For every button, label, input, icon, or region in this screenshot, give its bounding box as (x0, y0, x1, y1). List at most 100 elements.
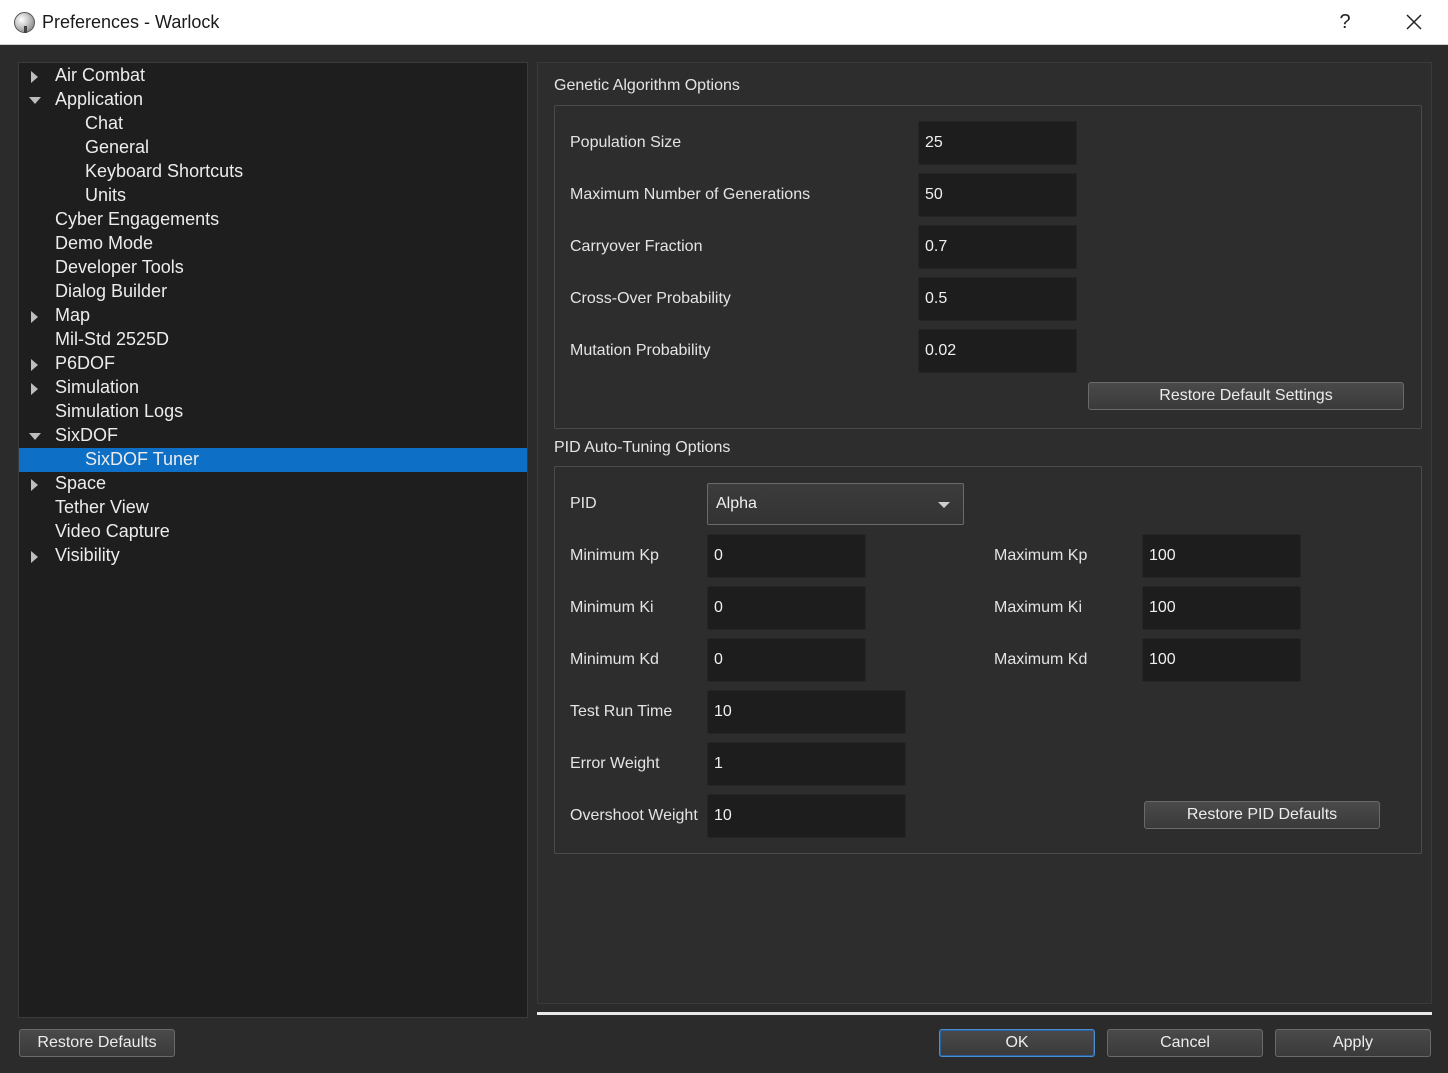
max-kd-input[interactable] (1142, 638, 1301, 682)
tree-item-label: Space (55, 473, 107, 493)
tree-item[interactable]: Space (19, 472, 527, 496)
expand-arrow-icon[interactable] (31, 551, 38, 563)
genetic-field-label: Population Size (570, 134, 682, 151)
max-kd-label: Maximum Kd (994, 651, 1088, 668)
tree-item-label: Simulation Logs (55, 401, 184, 421)
genetic-section-title: Genetic Algorithm Options (554, 77, 740, 94)
tree-item-label: Visibility (55, 545, 120, 565)
tree-item-label: Tether View (55, 497, 149, 517)
tree-item-label: Cyber Engagements (55, 209, 220, 229)
tree-item[interactable]: Application (19, 88, 527, 112)
collapse-arrow-icon[interactable] (29, 97, 41, 104)
ok-button[interactable]: OK (939, 1029, 1095, 1057)
settings-panel: Genetic Algorithm Options Population Siz… (537, 62, 1432, 1004)
tree-item-label: Simulation (55, 377, 140, 397)
tree-item-label: Units (85, 185, 127, 205)
test-run-time-label: Test Run Time (570, 703, 673, 720)
min-ki-input[interactable] (707, 586, 866, 630)
min-ki-label: Minimum Ki (570, 599, 654, 616)
restore-pid-defaults-button[interactable]: Restore PID Defaults (1144, 801, 1380, 829)
test-run-time-input[interactable] (707, 690, 906, 734)
tree-item-label: Video Capture (55, 521, 170, 541)
genetic-field-label: Carryover Fraction (570, 238, 703, 255)
tree-item[interactable]: General (19, 136, 527, 160)
tree-item[interactable]: Cyber Engagements (19, 208, 527, 232)
tree-item[interactable]: Visibility (19, 544, 527, 568)
overshoot-weight-input[interactable] (707, 794, 906, 838)
chevron-down-icon (938, 502, 950, 508)
min-kd-input[interactable] (707, 638, 866, 682)
overshoot-weight-label: Overshoot Weight (570, 807, 698, 824)
max-ki-input[interactable] (1142, 586, 1301, 630)
window-title: Preferences - Warlock (42, 12, 220, 32)
pid-group-box: PID Alpha Minimum Kp Maximum Kp Minimum … (554, 466, 1422, 854)
close-icon (1406, 14, 1422, 30)
expand-arrow-icon[interactable] (31, 479, 38, 491)
tree-item[interactable]: Tether View (19, 496, 527, 520)
tree-item-label: P6DOF (55, 353, 116, 373)
genetic-field-label: Maximum Number of Generations (570, 186, 811, 203)
tree-item-label: SixDOF Tuner (85, 449, 200, 469)
tree-item-label: Mil-Std 2525D (55, 329, 170, 349)
tree-item[interactable]: Map (19, 304, 527, 328)
genetic-field-input[interactable] (918, 277, 1077, 321)
error-weight-input[interactable] (707, 742, 906, 786)
expand-arrow-icon[interactable] (31, 71, 38, 83)
restore-defaults-button[interactable]: Restore Defaults (19, 1029, 175, 1057)
genetic-field-input[interactable] (918, 225, 1077, 269)
title-bar: Preferences - Warlock ? (0, 0, 1448, 45)
min-kd-label: Minimum Kd (570, 651, 659, 668)
tree-item-label: SixDOF (55, 425, 118, 445)
tree-item[interactable]: SixDOF (19, 424, 527, 448)
tree-item[interactable]: Simulation Logs (19, 400, 527, 424)
max-kp-label: Maximum Kp (994, 547, 1088, 564)
tree-item-label: Map (55, 305, 91, 325)
tree-item[interactable]: Dialog Builder (19, 280, 527, 304)
tree-item[interactable]: Simulation (19, 376, 527, 400)
tree-item[interactable]: P6DOF (19, 352, 527, 376)
tree-item[interactable]: SixDOF Tuner (19, 448, 527, 472)
tree-item[interactable]: Keyboard Shortcuts (19, 160, 527, 184)
tree-item[interactable]: Developer Tools (19, 256, 527, 280)
tree-item-label: Keyboard Shortcuts (85, 161, 244, 181)
tree-item-label: Demo Mode (55, 233, 154, 253)
preferences-tree[interactable]: Air Combat Application Chat General Keyboard… (18, 62, 528, 1018)
pid-label: PID (570, 495, 597, 512)
apply-button[interactable]: Apply (1275, 1029, 1431, 1057)
pid-select-value: Alpha (716, 495, 757, 512)
pid-section-title: PID Auto-Tuning Options (554, 439, 731, 456)
tree-item[interactable]: Chat (19, 112, 527, 136)
collapse-arrow-icon[interactable] (29, 433, 41, 440)
min-kp-label: Minimum Kp (570, 547, 659, 564)
min-kp-input[interactable] (707, 534, 866, 578)
genetic-group-box: Population Size Maximum Number of Generat… (554, 105, 1422, 429)
tree-item-label: Application (55, 89, 144, 109)
max-kp-input[interactable] (1142, 534, 1301, 578)
restore-default-settings-button[interactable]: Restore Default Settings (1088, 382, 1404, 410)
expand-arrow-icon[interactable] (31, 359, 38, 371)
help-button[interactable]: ? (1330, 6, 1360, 38)
tree-item[interactable]: Air Combat (19, 64, 527, 88)
genetic-field-input[interactable] (918, 173, 1077, 217)
tree-item[interactable]: Video Capture (19, 520, 527, 544)
tree-item[interactable]: Demo Mode (19, 232, 527, 256)
tree-item[interactable]: Units (19, 184, 527, 208)
cancel-button[interactable]: Cancel (1107, 1029, 1263, 1057)
tree-item-label: Air Combat (55, 65, 146, 85)
genetic-field-input[interactable] (918, 121, 1077, 165)
expand-arrow-icon[interactable] (31, 383, 38, 395)
error-weight-label: Error Weight (570, 755, 660, 772)
genetic-field-input[interactable] (918, 329, 1077, 373)
tree-item-label: Chat (85, 113, 124, 133)
app-icon (14, 12, 35, 33)
max-ki-label: Maximum Ki (994, 599, 1083, 616)
tree-item-label: General (85, 137, 150, 157)
genetic-field-label: Mutation Probability (570, 342, 711, 359)
tree-item-label: Dialog Builder (55, 281, 168, 301)
expand-arrow-icon[interactable] (31, 311, 38, 323)
pid-select[interactable]: Alpha (707, 483, 964, 525)
panel-separator (537, 1012, 1432, 1015)
tree-item[interactable]: Mil-Std 2525D (19, 328, 527, 352)
genetic-field-label: Cross-Over Probability (570, 290, 731, 307)
close-button[interactable] (1396, 6, 1432, 38)
